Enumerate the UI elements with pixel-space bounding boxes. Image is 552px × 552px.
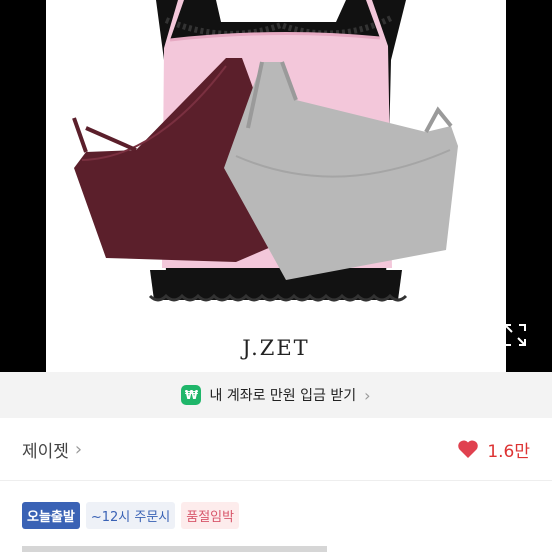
shipping-badges: 오늘출발 ~12시 주문시 품절임박 [22, 502, 240, 529]
chevron-right-icon: › [364, 385, 371, 405]
likes-count: 1.6만 [487, 441, 530, 462]
seller-name: 제이젯 [22, 441, 69, 462]
seller-row: 제이젯 › 1.6만 [0, 418, 552, 480]
heart-icon [458, 440, 479, 458]
brand-logo-text: J.ZET [242, 336, 310, 360]
product-image-area[interactable]: J.ZET [0, 0, 552, 372]
promo-label: 내 계좌로 만원 입금 받기 [209, 388, 357, 404]
chevron-right-icon: › [74, 438, 83, 460]
badge-low-stock: 품절임박 [181, 502, 240, 529]
deposit-promo-banner[interactable]: ₩ 내 계좌로 만원 입금 받기 › [0, 372, 552, 418]
won-icon: ₩ [181, 385, 202, 405]
product-title-partial [22, 542, 530, 552]
like-button[interactable]: 1.6만 [457, 418, 530, 480]
badge-today-shipping: 오늘출발 [22, 502, 80, 529]
product-photo: J.ZET [46, 0, 506, 372]
badge-order-cutoff: ~12시 주문시 [85, 502, 176, 529]
divider [0, 480, 552, 481]
camisole-illustration [72, 0, 458, 302]
seller-link[interactable]: 제이젯 › [22, 437, 82, 462]
expand-icon[interactable] [502, 322, 528, 348]
